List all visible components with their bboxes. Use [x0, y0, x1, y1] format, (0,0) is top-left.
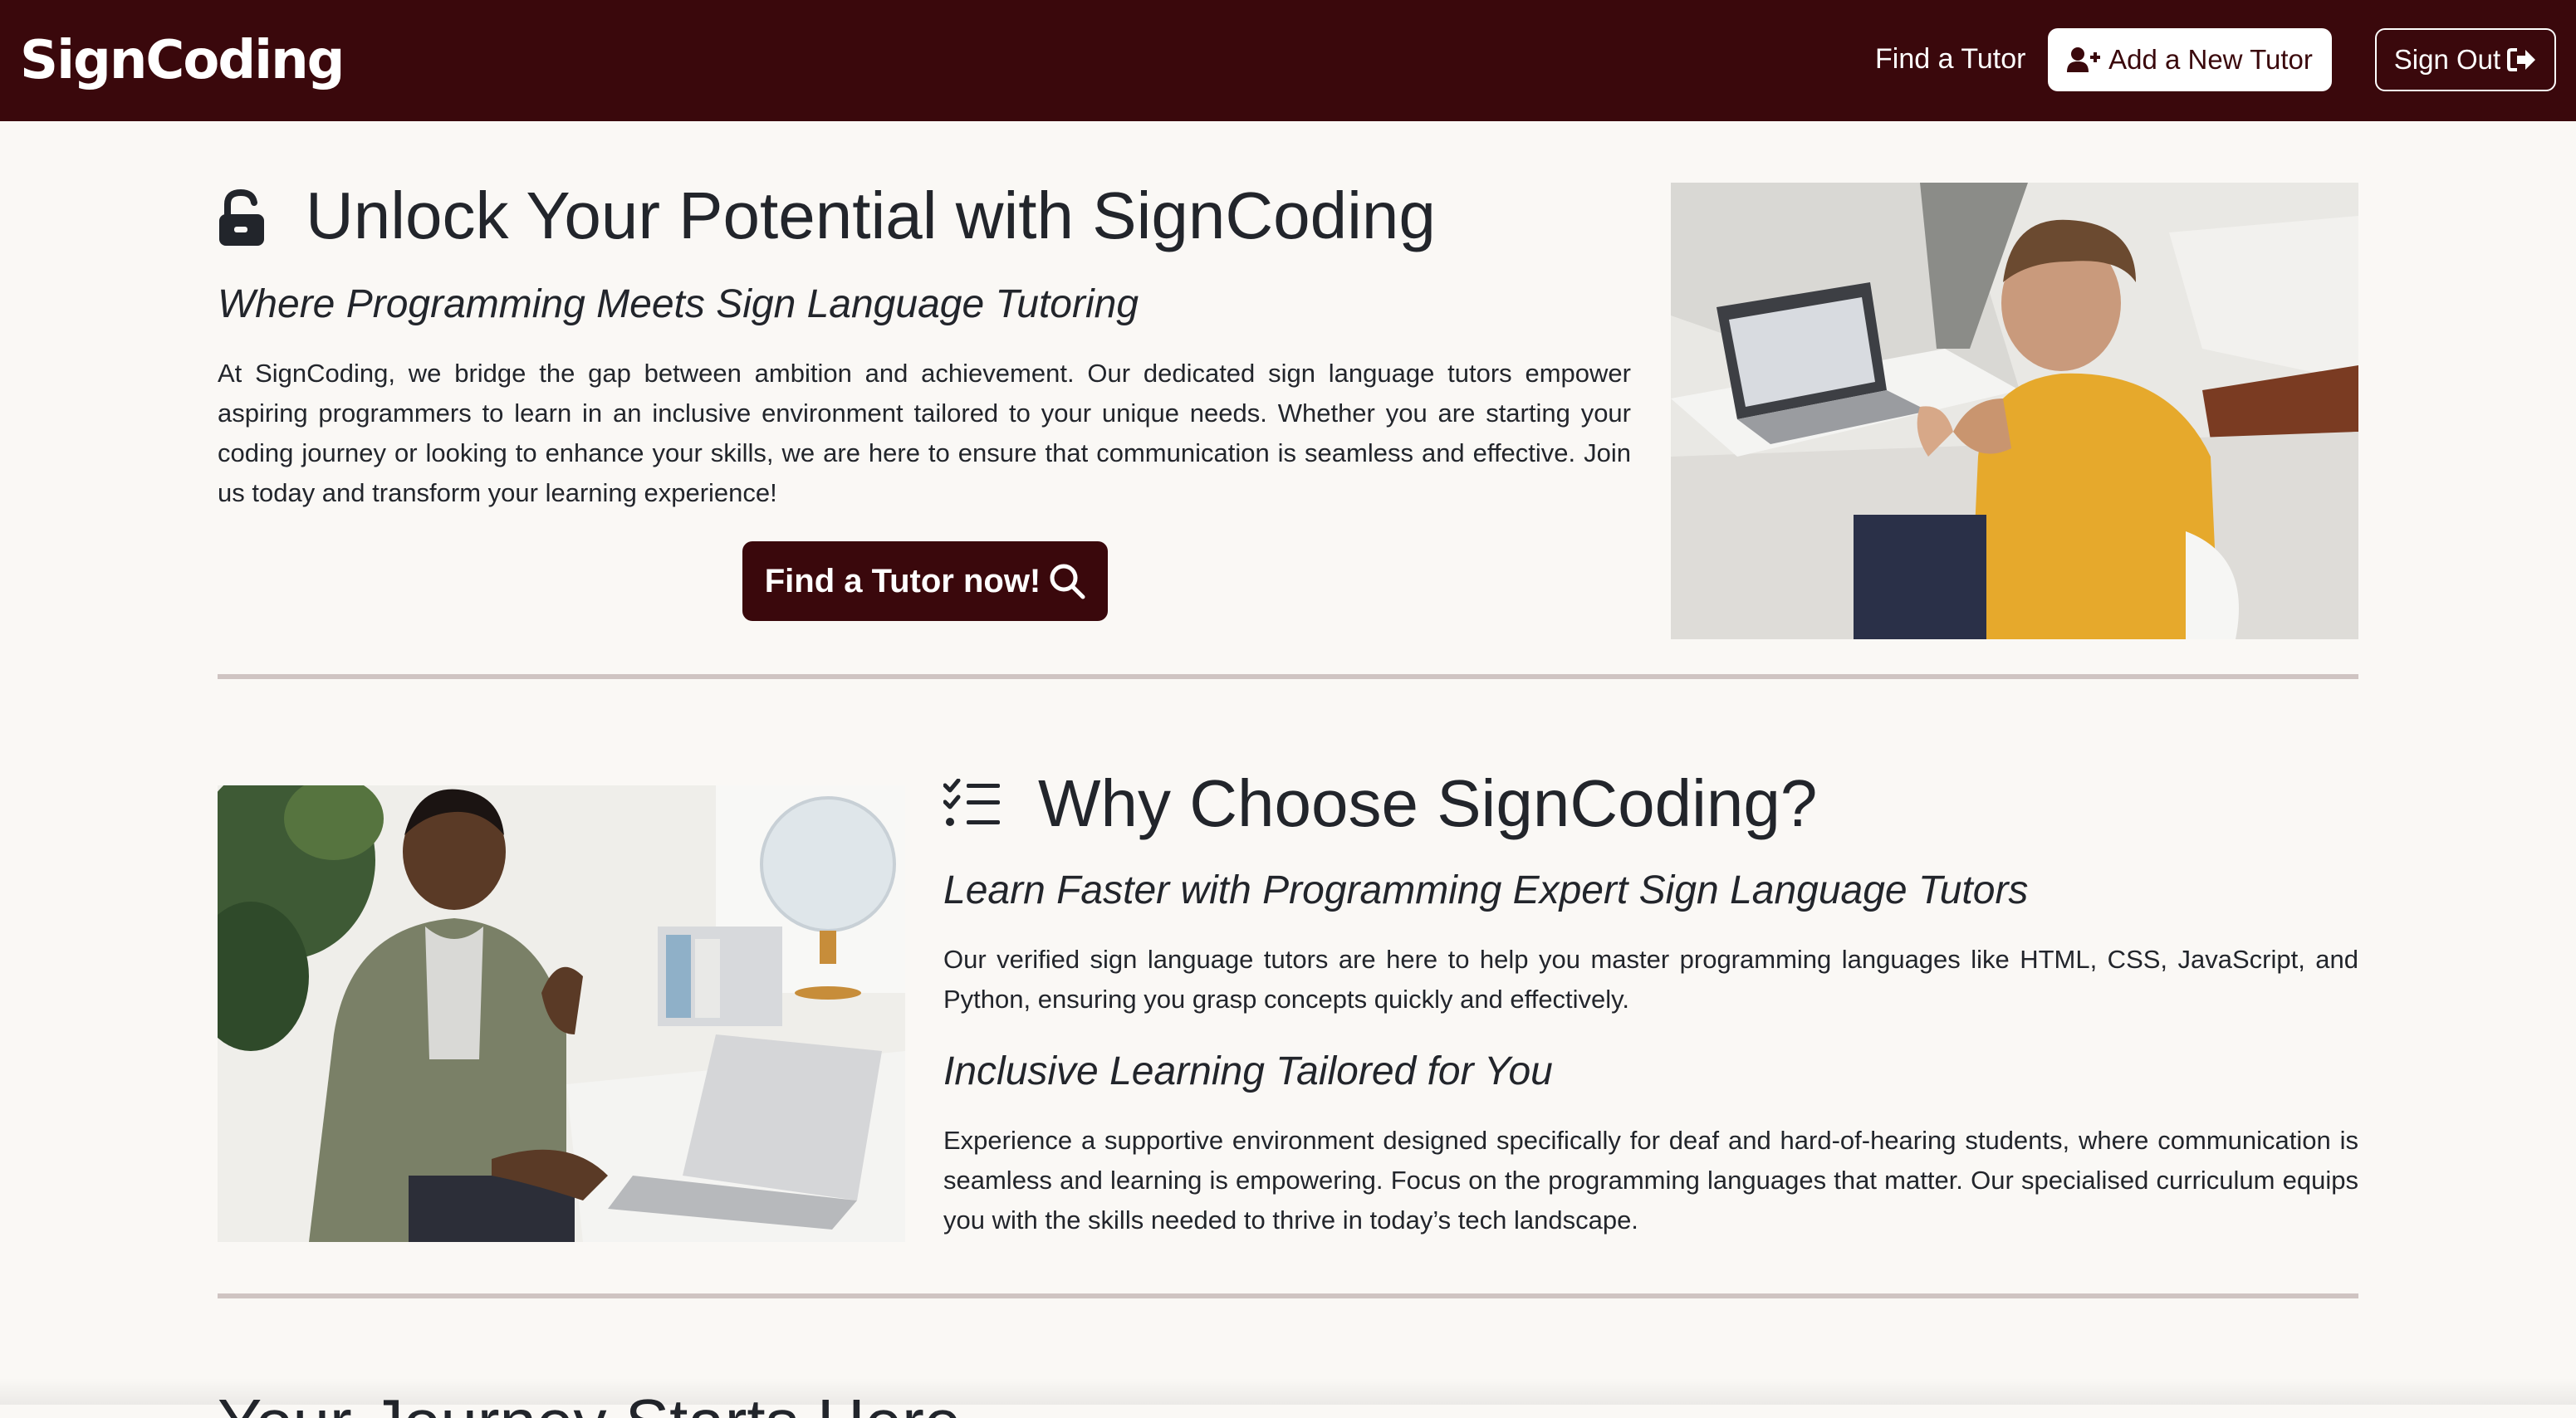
section-divider — [218, 674, 2358, 679]
student-with-laptop-photo — [1671, 183, 2358, 639]
add-new-tutor-label: Add a New Tutor — [2108, 44, 2313, 75]
top-navbar: SignCoding Find a Tutor Add a New Tutor … — [0, 0, 2576, 121]
hero-description: At SignCoding, we bridge the gap between… — [218, 359, 1631, 507]
section-divider — [218, 1293, 2358, 1298]
unlock-icon — [219, 189, 264, 246]
man-signing-at-laptop-photo — [218, 785, 905, 1242]
sign-out-label: Sign Out — [2393, 44, 2501, 75]
sign-out-icon — [2507, 48, 2536, 71]
benefit-description: Experience a supportive environment desi… — [943, 1126, 2358, 1235]
user-plus-icon — [2067, 47, 2101, 72]
checklist-icon — [943, 779, 1000, 826]
hero-title: Unlock Your Potential with SignCoding — [306, 178, 1436, 252]
benefit-description: Our verified sign language tutors are he… — [943, 945, 2358, 1014]
benefit-heading: Learn Faster with Programming Expert Sig… — [943, 868, 2029, 912]
viewport-bottom-shadow — [0, 1378, 2576, 1405]
why-title: Why Choose SignCoding? — [1038, 766, 1818, 840]
benefit-heading: Inclusive Learning Tailored for You — [943, 1049, 1553, 1093]
find-tutor-now-button[interactable]: Find a Tutor now! — [742, 541, 1108, 621]
hero-subtitle: Where Programming Meets Sign Language Tu… — [218, 282, 1139, 326]
sign-out-button[interactable]: Sign Out — [2375, 28, 2556, 91]
find-tutor-now-label: Find a Tutor now! — [764, 562, 1041, 599]
add-new-tutor-button[interactable]: Add a New Tutor — [2048, 28, 2332, 91]
find-tutor-link[interactable]: Find a Tutor — [1875, 38, 2025, 80]
search-icon — [1050, 564, 1085, 599]
brand-logo[interactable]: SignCoding — [20, 25, 345, 96]
